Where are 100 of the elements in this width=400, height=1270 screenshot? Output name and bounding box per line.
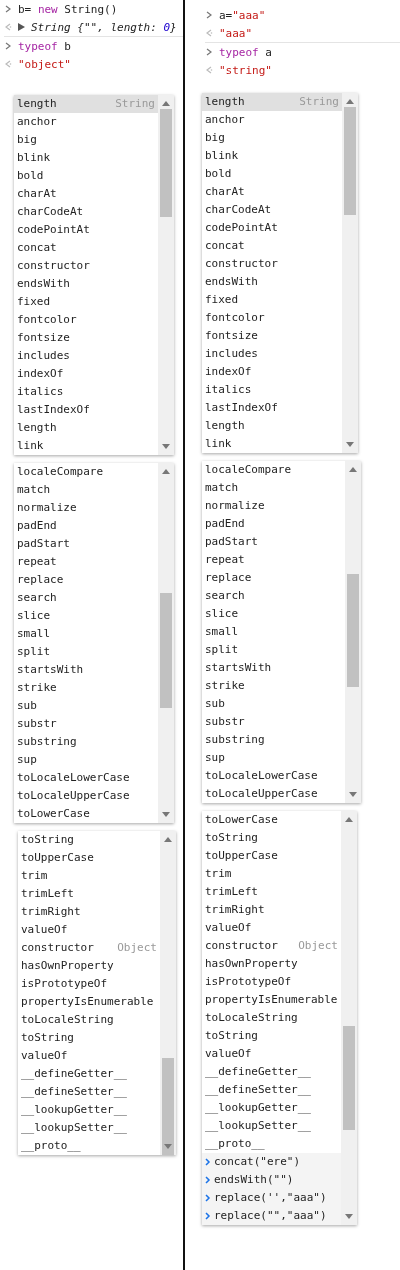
- suggestion-item[interactable]: padStart: [202, 533, 345, 551]
- suggestion-item[interactable]: toUpperCase: [202, 847, 341, 865]
- suggestion-item[interactable]: toLowerCase: [14, 805, 158, 823]
- suggestion-item[interactable]: normalize: [202, 497, 345, 515]
- suggestion-item[interactable]: length String: [202, 93, 342, 111]
- scrollbar[interactable]: [158, 463, 174, 823]
- suggestion-item[interactable]: hasOwnProperty: [18, 957, 160, 975]
- suggestion-item[interactable]: indexOf: [14, 365, 158, 383]
- suggestion-item[interactable]: __proto__: [18, 1137, 160, 1155]
- suggestion-item[interactable]: toLowerCase: [202, 811, 341, 829]
- scrollbar[interactable]: [345, 461, 361, 803]
- suggestion-item[interactable]: __defineSetter__: [202, 1081, 341, 1099]
- suggestion-item[interactable]: substr: [14, 715, 158, 733]
- suggestion-item[interactable]: blink: [14, 149, 158, 167]
- scroll-down-arrow-icon[interactable]: [162, 444, 170, 450]
- scroll-up-arrow-icon[interactable]: [346, 98, 354, 104]
- suggestion-item[interactable]: padEnd: [202, 515, 345, 533]
- suggestion-item[interactable]: toLocaleLowerCase: [14, 769, 158, 787]
- suggestion-item[interactable]: __proto__: [202, 1135, 341, 1153]
- suggestion-item[interactable]: blink: [202, 147, 342, 165]
- suggestion-item[interactable]: sup: [202, 749, 345, 767]
- suggestion-item[interactable]: search: [202, 587, 345, 605]
- suggestion-item[interactable]: trimRight: [18, 903, 160, 921]
- scroll-thumb[interactable]: [343, 1026, 355, 1130]
- suggestion-item[interactable]: endsWith: [202, 273, 342, 291]
- suggestion-item[interactable]: toLocaleLowerCase: [202, 767, 345, 785]
- scroll-thumb[interactable]: [347, 573, 359, 687]
- suggestion-item[interactable]: fontcolor: [14, 311, 158, 329]
- scrollbar[interactable]: [160, 831, 176, 1155]
- suggestion-item[interactable]: italics: [14, 383, 158, 401]
- suggestion-item[interactable]: bold: [14, 167, 158, 185]
- suggestion-item[interactable]: substring: [202, 731, 345, 749]
- suggestion-item[interactable]: fixed: [14, 293, 158, 311]
- suggestion-item[interactable]: includes: [202, 345, 342, 363]
- suggestion-item[interactable]: codePointAt: [14, 221, 158, 239]
- scroll-up-arrow-icon[interactable]: [345, 816, 353, 822]
- suggestion-item[interactable]: replace: [14, 571, 158, 589]
- suggestion-item[interactable]: toLocaleString: [202, 1009, 341, 1027]
- suggestion-item[interactable]: fixed: [202, 291, 342, 309]
- suggestion-item[interactable]: trimRight: [202, 901, 341, 919]
- suggestion-item[interactable]: bold: [202, 165, 342, 183]
- suggestion-item[interactable]: repeat: [202, 551, 345, 569]
- scroll-up-arrow-icon[interactable]: [349, 466, 357, 472]
- suggestion-item[interactable]: replace: [202, 569, 345, 587]
- suggestion-item[interactable]: trimLeft: [202, 883, 341, 901]
- suggestion-item[interactable]: length: [202, 417, 342, 435]
- expand-triangle-icon[interactable]: [18, 23, 25, 31]
- suggestion-item[interactable]: charAt: [202, 183, 342, 201]
- scroll-down-arrow-icon[interactable]: [349, 792, 357, 798]
- suggestion-item[interactable]: concat: [202, 237, 342, 255]
- scroll-thumb[interactable]: [162, 1057, 174, 1155]
- suggestion-item[interactable]: toLocaleUpperCase: [14, 787, 158, 805]
- suggestion-item[interactable]: normalize: [14, 499, 158, 517]
- suggestion-item[interactable]: link: [14, 437, 158, 455]
- suggestion-item[interactable]: toUpperCase: [18, 849, 160, 867]
- suggestion-item[interactable]: concat: [14, 239, 158, 257]
- suggestion-item[interactable]: trim: [18, 867, 160, 885]
- suggestion-item[interactable]: lastIndexOf: [14, 401, 158, 419]
- suggestion-item[interactable]: slice: [14, 607, 158, 625]
- suggestion-item[interactable]: toString: [18, 831, 160, 849]
- suggestion-item[interactable]: propertyIsEnumerable: [18, 993, 160, 1011]
- suggestion-item[interactable]: fontsize: [14, 329, 158, 347]
- suggestion-item[interactable]: valueOf: [18, 1047, 160, 1065]
- suggestion-item[interactable]: valueOf: [18, 921, 160, 939]
- suggestion-item[interactable]: sup: [14, 751, 158, 769]
- scroll-thumb[interactable]: [344, 107, 356, 216]
- suggestion-item[interactable]: length String: [14, 95, 158, 113]
- suggestion-item[interactable]: valueOf: [202, 1045, 341, 1063]
- suggestion-item[interactable]: length: [14, 419, 158, 437]
- suggestion-item[interactable]: big: [202, 129, 342, 147]
- suggestion-item[interactable]: toString: [202, 1027, 341, 1045]
- suggestion-item[interactable]: sub: [202, 695, 345, 713]
- suggestion-item[interactable]: search: [14, 589, 158, 607]
- suggestion-item[interactable]: hasOwnProperty: [202, 955, 341, 973]
- suggestion-item[interactable]: localeCompare: [14, 463, 158, 481]
- scrollbar[interactable]: [158, 95, 174, 455]
- suggestion-item[interactable]: __defineGetter__: [202, 1063, 341, 1081]
- scroll-down-arrow-icon[interactable]: [164, 1144, 172, 1150]
- scroll-up-arrow-icon[interactable]: [162, 468, 170, 474]
- suggestion-item[interactable]: localeCompare: [202, 461, 345, 479]
- suggestion-item[interactable]: padStart: [14, 535, 158, 553]
- suggestion-item[interactable]: constructor: [202, 255, 342, 273]
- suggestion-item[interactable]: slice: [202, 605, 345, 623]
- scroll-thumb[interactable]: [160, 592, 172, 708]
- suggestion-item[interactable]: codePointAt: [202, 219, 342, 237]
- suggestion-item[interactable]: includes: [14, 347, 158, 365]
- suggestion-item[interactable]: small: [14, 625, 158, 643]
- suggestion-item[interactable]: trimLeft: [18, 885, 160, 903]
- suggestion-item[interactable]: endsWith: [14, 275, 158, 293]
- suggestion-item[interactable]: substr: [202, 713, 345, 731]
- suggestion-item[interactable]: charAt: [14, 185, 158, 203]
- suggestion-item[interactable]: startsWith: [14, 661, 158, 679]
- scrollbar[interactable]: [342, 93, 358, 453]
- suggestion-item[interactable]: charCodeAt: [202, 201, 342, 219]
- scroll-up-arrow-icon[interactable]: [164, 836, 172, 842]
- suggestion-item[interactable]: link: [202, 435, 342, 453]
- suggestion-item[interactable]: startsWith: [202, 659, 345, 677]
- suggestion-item[interactable]: italics: [202, 381, 342, 399]
- suggestion-item[interactable]: indexOf: [202, 363, 342, 381]
- suggestion-item[interactable]: toLocaleString: [18, 1011, 160, 1029]
